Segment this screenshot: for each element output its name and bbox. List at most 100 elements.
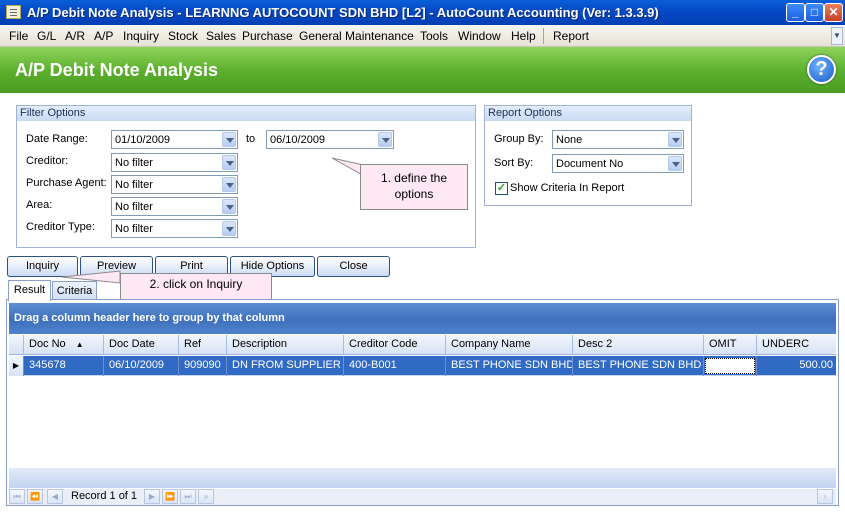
maximize-button[interactable]: □ bbox=[805, 3, 824, 22]
row-indicator-header bbox=[9, 335, 23, 355]
grid-footer bbox=[9, 468, 836, 488]
chevron-down-icon[interactable] bbox=[222, 132, 236, 147]
cell-desc-2[interactable]: BEST PHONE SDN BHD bbox=[572, 356, 703, 376]
cell-creditor-code[interactable]: 400-B001 bbox=[343, 356, 445, 376]
menu-help[interactable]: Help bbox=[511, 29, 536, 43]
menu-window[interactable]: Window bbox=[458, 29, 501, 43]
cell-omit[interactable] bbox=[703, 356, 756, 376]
cell-doc-no[interactable]: 345678 bbox=[23, 356, 103, 376]
area-value: No filter bbox=[115, 201, 153, 213]
menu-purchase[interactable]: Purchase bbox=[242, 29, 293, 43]
show-criteria-checkbox[interactable]: ✓ bbox=[495, 182, 508, 195]
creditor-type-combo[interactable]: No filter bbox=[111, 219, 238, 238]
group-by-panel[interactable]: Drag a column header here to group by th… bbox=[9, 303, 836, 334]
creditor-type-label: Creditor Type: bbox=[26, 221, 95, 233]
chevron-down-icon[interactable] bbox=[668, 132, 682, 147]
cell-doc-date[interactable]: 06/10/2009 bbox=[103, 356, 178, 376]
creditor-type-value: No filter bbox=[115, 223, 153, 235]
chevron-down-icon[interactable] bbox=[222, 155, 236, 170]
last-record-button[interactable]: ⏭ bbox=[180, 489, 196, 504]
table-row[interactable]: ▶ 345678 06/10/2009 909090 DN FROM SUPPL… bbox=[9, 356, 836, 376]
result-grid: Drag a column header here to group by th… bbox=[6, 299, 839, 506]
column-header-label: Doc No bbox=[29, 338, 66, 350]
menu-bar: File G/L A/R A/P Inquiry Stock Sales Pur… bbox=[0, 25, 845, 47]
tab-result[interactable]: Result bbox=[8, 280, 51, 301]
purchase-agent-label: Purchase Agent: bbox=[26, 177, 107, 189]
chevron-down-icon[interactable] bbox=[222, 199, 236, 214]
cell-ref[interactable]: 909090 bbox=[178, 356, 226, 376]
menu-ar[interactable]: A/R bbox=[65, 29, 85, 43]
date-to-combo[interactable]: 06/10/2009 bbox=[266, 130, 394, 149]
chevron-down-icon[interactable] bbox=[378, 132, 392, 147]
menu-sales[interactable]: Sales bbox=[206, 29, 236, 43]
menu-tools[interactable]: Tools bbox=[420, 29, 448, 43]
previous-record-button[interactable]: ◀ bbox=[47, 489, 63, 504]
next-page-button[interactable]: ⏩ bbox=[162, 489, 178, 504]
callout-define-options: 1. define the options bbox=[360, 164, 468, 210]
menu-gl[interactable]: G/L bbox=[37, 29, 56, 43]
date-from-combo[interactable]: 01/10/2009 bbox=[111, 130, 238, 149]
append-record-button[interactable]: » bbox=[198, 489, 214, 504]
tab-criteria[interactable]: Criteria bbox=[52, 281, 97, 301]
menu-overflow-button[interactable]: ▼ bbox=[831, 27, 843, 45]
main-area: Filter Options Date Range: 01/10/2009 to… bbox=[0, 93, 845, 515]
page-header: A/P Debit Note Analysis ? bbox=[0, 47, 845, 93]
record-count-text: Record 1 of 1 bbox=[71, 490, 138, 502]
help-icon[interactable]: ? bbox=[807, 55, 836, 84]
column-header-underc[interactable]: UNDERC bbox=[756, 335, 836, 355]
row-indicator-icon: ▶ bbox=[9, 356, 23, 376]
column-header-description[interactable]: Description bbox=[226, 335, 343, 355]
to-label: to bbox=[246, 133, 256, 145]
date-to-value: 06/10/2009 bbox=[270, 134, 326, 146]
cell-underc[interactable]: 500.00 bbox=[756, 356, 836, 376]
minimize-button[interactable]: _ bbox=[786, 3, 805, 22]
purchase-agent-value: No filter bbox=[115, 179, 153, 191]
close-window-button[interactable]: ✕ bbox=[824, 3, 843, 22]
area-label: Area: bbox=[26, 199, 53, 211]
grid-empty-area bbox=[9, 377, 836, 467]
menu-report[interactable]: Report bbox=[553, 29, 589, 43]
column-header-doc-no[interactable]: Doc No ▲ bbox=[23, 335, 103, 355]
sort-ascending-icon: ▲ bbox=[75, 340, 84, 349]
record-navigator: ⏮ ⏪ ◀ Record 1 of 1 ▶ ⏩ ⏭ » › bbox=[9, 489, 836, 505]
next-record-button[interactable]: ▶ bbox=[144, 489, 160, 504]
area-combo[interactable]: No filter bbox=[111, 197, 238, 216]
creditor-label: Creditor: bbox=[26, 155, 69, 167]
page-title: A/P Debit Note Analysis bbox=[15, 60, 219, 80]
menu-general-maintenance[interactable]: General Maintenance bbox=[299, 29, 414, 43]
column-header-company-name[interactable]: Company Name bbox=[445, 335, 572, 355]
show-criteria-label: Show Criteria In Report bbox=[510, 182, 625, 194]
menu-separator bbox=[543, 28, 544, 44]
purchase-agent-combo[interactable]: No filter bbox=[111, 175, 238, 194]
chevron-down-icon[interactable] bbox=[668, 156, 682, 171]
previous-page-button[interactable]: ⏪ bbox=[27, 489, 43, 504]
cell-editor[interactable] bbox=[705, 358, 755, 374]
sort-by-combo[interactable]: Document No bbox=[552, 154, 684, 173]
column-header-omit[interactable]: OMIT bbox=[703, 335, 756, 355]
report-options-group: Report Options Group By: None Sort By: D… bbox=[484, 105, 692, 206]
sort-by-value: Document No bbox=[556, 158, 624, 170]
chevron-down-icon[interactable] bbox=[222, 221, 236, 236]
column-header-desc-2[interactable]: Desc 2 bbox=[572, 335, 703, 355]
chevron-down-icon[interactable] bbox=[222, 177, 236, 192]
first-record-button[interactable]: ⏮ bbox=[9, 489, 25, 504]
creditor-combo[interactable]: No filter bbox=[111, 153, 238, 172]
cell-description[interactable]: DN FROM SUPPLIER bbox=[226, 356, 343, 376]
creditor-value: No filter bbox=[115, 157, 153, 169]
menu-stock[interactable]: Stock bbox=[168, 29, 198, 43]
cell-company-name[interactable]: BEST PHONE SDN BHD bbox=[445, 356, 572, 376]
close-button[interactable]: Close bbox=[317, 256, 390, 277]
report-options-title: Report Options bbox=[485, 106, 691, 121]
menu-file[interactable]: File bbox=[9, 29, 28, 43]
menu-inquiry[interactable]: Inquiry bbox=[123, 29, 159, 43]
date-from-value: 01/10/2009 bbox=[115, 134, 171, 146]
scroll-right-button[interactable]: › bbox=[817, 489, 833, 504]
group-by-label: Group By: bbox=[494, 133, 544, 145]
menu-ap[interactable]: A/P bbox=[94, 29, 113, 43]
column-header-ref[interactable]: Ref bbox=[178, 335, 226, 355]
grid-header: Doc No ▲ Doc Date Ref Description Credito… bbox=[9, 335, 836, 355]
group-by-combo[interactable]: None bbox=[552, 130, 684, 149]
group-by-value: None bbox=[556, 134, 583, 146]
column-header-doc-date[interactable]: Doc Date bbox=[103, 335, 178, 355]
column-header-creditor-code[interactable]: Creditor Code bbox=[343, 335, 445, 355]
